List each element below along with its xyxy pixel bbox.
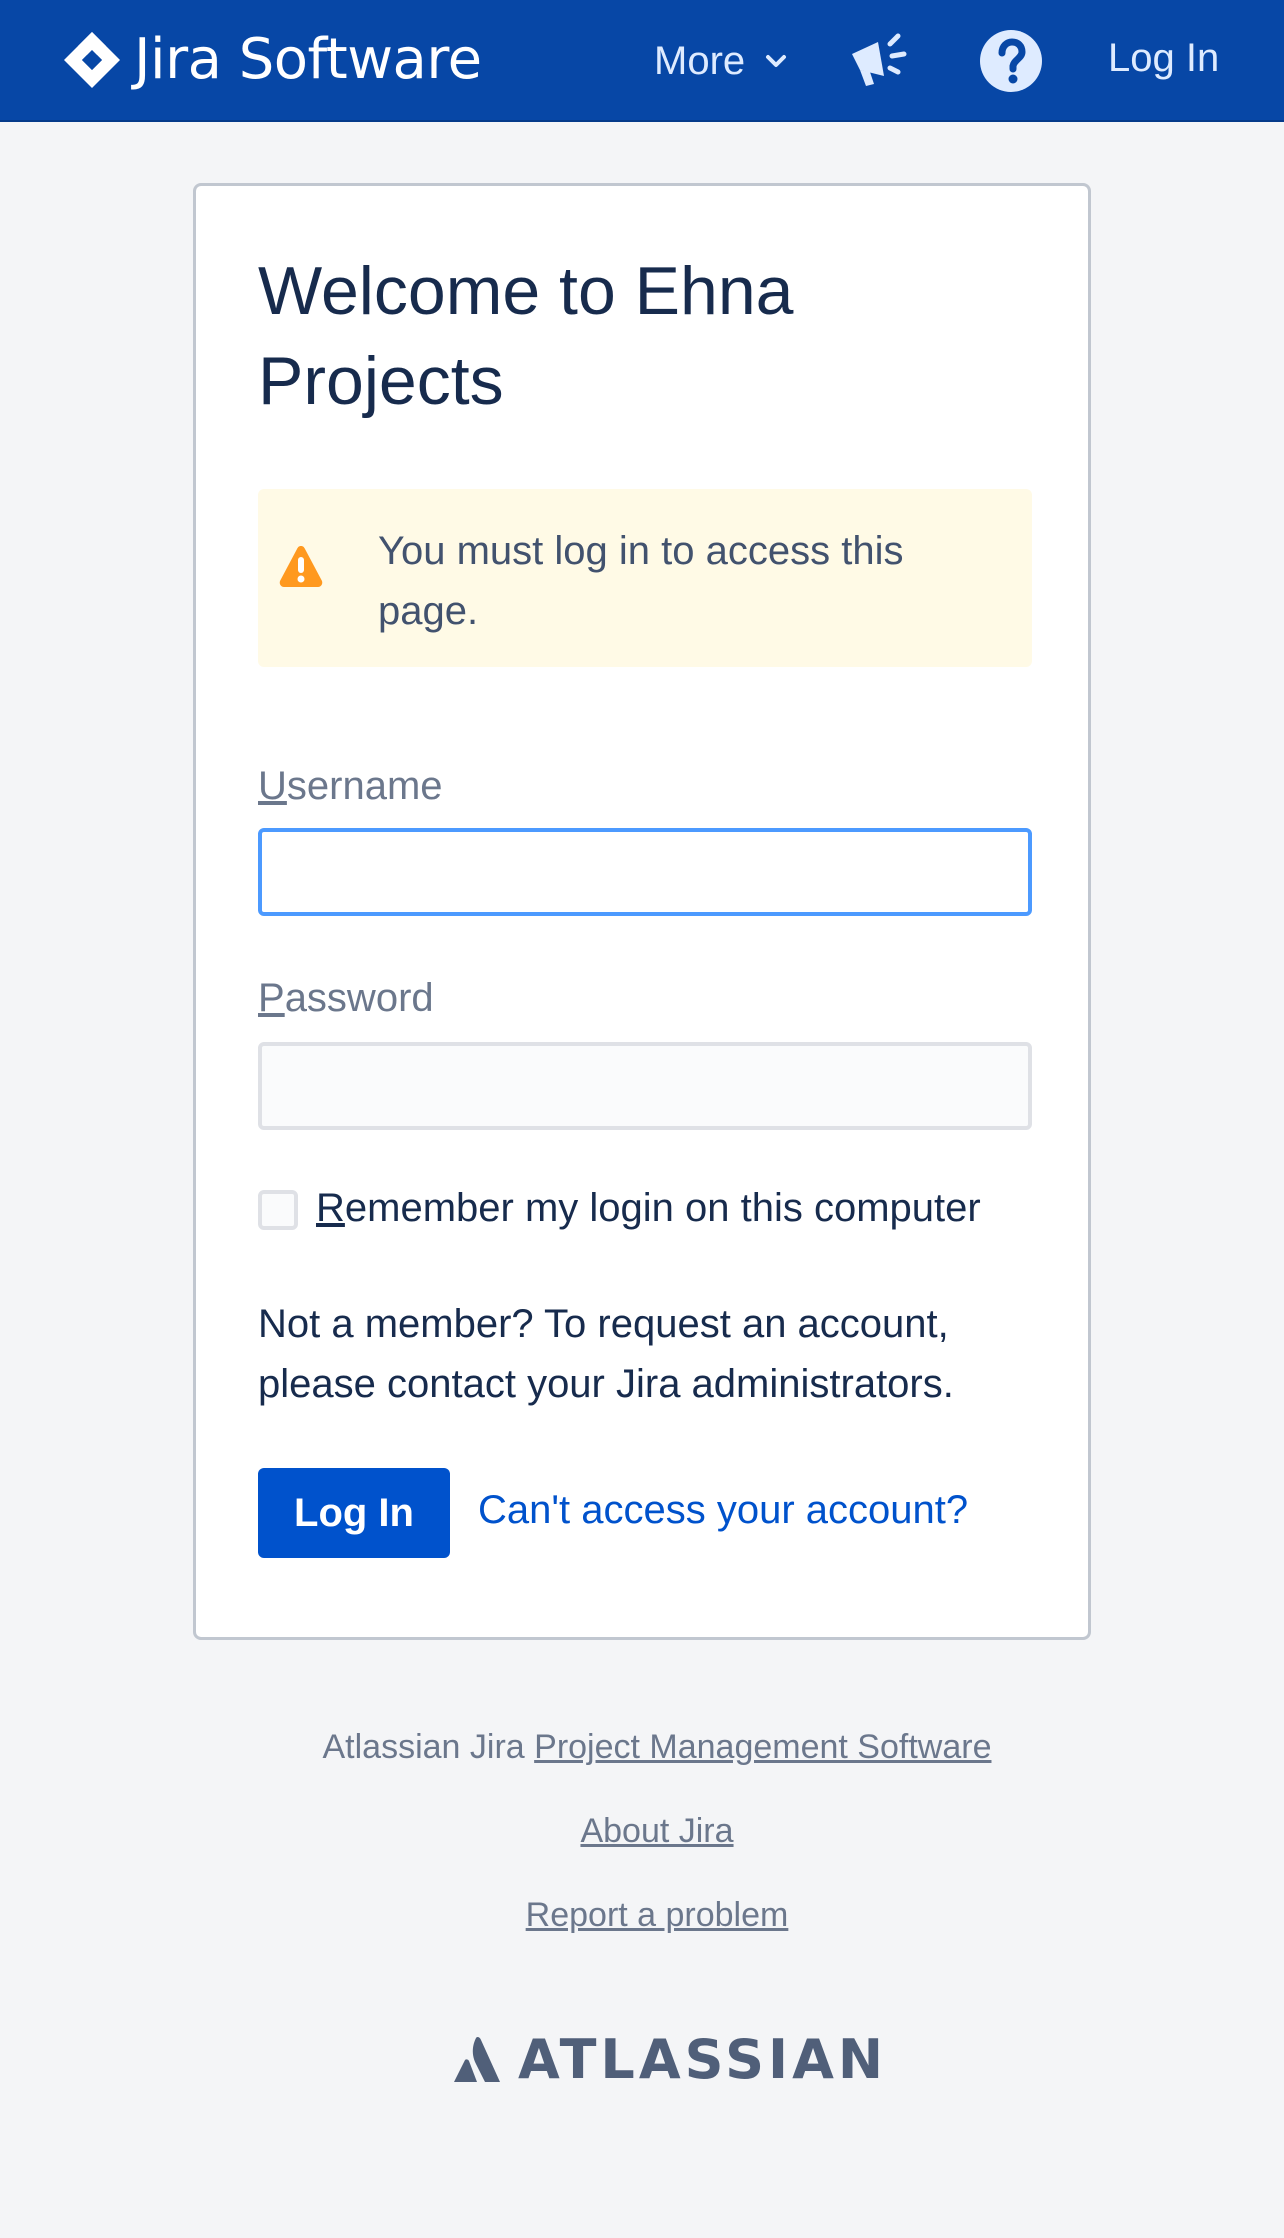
remember-me-label[interactable]: Remember my login on this computer (316, 1186, 981, 1231)
log-in-button[interactable]: Log In (258, 1468, 450, 1558)
about-jira-link[interactable]: About Jira (580, 1812, 733, 1850)
jira-diamond-icon (64, 32, 120, 88)
jira-software-logo[interactable]: Jira Software (62, 28, 482, 92)
chevron-down-icon (766, 55, 787, 67)
cant-access-account-link[interactable]: Can't access your account? (478, 1488, 968, 1533)
atlassian-brand[interactable]: ATLASSIAN (452, 2028, 888, 2091)
megaphone-icon (852, 33, 907, 86)
username-access-key: U (258, 764, 287, 808)
footer-about: About Jira (0, 1812, 1284, 1851)
top-navigation-bar: Jira Software More Log In (0, 0, 1284, 122)
page-title: Welcome to Ehna Projects (258, 253, 794, 419)
footer-report: Report a problem (0, 1896, 1284, 1935)
atlassian-wordmark: ATLASSIAN (518, 2028, 888, 2091)
help-button[interactable] (978, 28, 1044, 94)
remember-access-key: R (316, 1186, 345, 1230)
report-problem-link[interactable]: Report a problem (526, 1896, 789, 1934)
login-required-warning: You must log in to access this page. (258, 489, 1032, 667)
footer-powered-by: Atlassian Jira Project Management Softwa… (0, 1728, 1284, 1767)
question-circle-icon (980, 30, 1042, 92)
footer-prefix: Atlassian Jira (322, 1728, 535, 1766)
header-login-link[interactable]: Log In (1108, 36, 1219, 81)
announcements-button[interactable] (846, 28, 912, 94)
login-card: Welcome to Ehna Projects You must log in… (193, 183, 1091, 1640)
warning-triangle-icon (279, 546, 323, 587)
username-label: Username (258, 764, 443, 809)
product-name: Jira Software (134, 27, 482, 92)
username-label-text: sername (286, 764, 443, 808)
password-label-text: assword (284, 976, 434, 1020)
request-account-text: Not a member? To request an account, ple… (258, 1302, 954, 1406)
warning-message: You must log in to access this page. (378, 529, 904, 633)
password-label: Password (258, 976, 434, 1021)
atlassian-logo-icon (454, 2036, 500, 2082)
remember-me-checkbox[interactable] (258, 1190, 298, 1230)
password-access-key: P (258, 976, 285, 1020)
remember-label-text: emember my login on this computer (344, 1186, 981, 1230)
password-input[interactable] (258, 1042, 1032, 1130)
more-menu-label: More (654, 38, 746, 83)
project-management-software-link[interactable]: Project Management Software (534, 1728, 991, 1766)
more-menu-button[interactable]: More (654, 34, 791, 88)
username-input[interactable] (258, 828, 1032, 916)
